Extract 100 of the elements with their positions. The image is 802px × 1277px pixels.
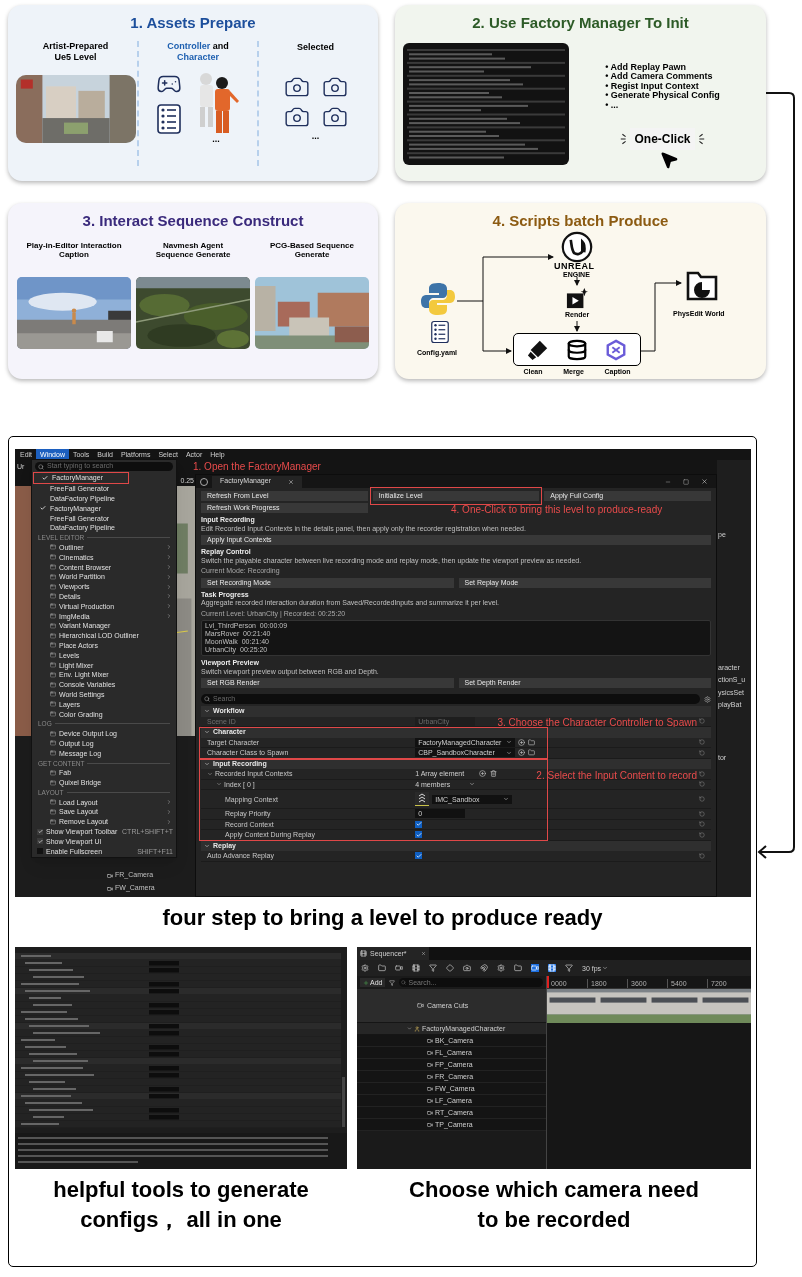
camera-icon <box>427 1061 433 1068</box>
window-icon <box>50 779 56 786</box>
plus-icon <box>363 979 369 986</box>
column-label: Selected <box>297 40 334 54</box>
search-icon <box>38 463 44 470</box>
feature-bullet: • Generate Physical Config <box>605 91 720 101</box>
toolbar-icon[interactable] <box>497 964 505 972</box>
reset-icon[interactable] <box>699 739 705 746</box>
window-icon <box>50 573 56 580</box>
feature-bullet: • Regist Input Context <box>605 81 699 91</box>
render-icon <box>566 287 588 309</box>
toolbar-icon[interactable] <box>361 964 369 972</box>
close-icon[interactable] <box>421 951 426 956</box>
window-icon <box>50 632 56 639</box>
close-icon[interactable] <box>288 478 294 485</box>
reset-icon[interactable] <box>699 831 705 838</box>
window-icon <box>50 583 56 590</box>
toolbar-icon[interactable] <box>480 964 488 972</box>
camera-icon <box>417 1002 424 1009</box>
add-icon[interactable] <box>479 770 487 778</box>
figure-caption: four step to bring a level to produce ready <box>161 904 604 932</box>
spark-icon <box>696 133 705 145</box>
checkbox[interactable] <box>415 831 423 839</box>
window-icon <box>50 769 56 776</box>
window-icon <box>50 809 56 815</box>
column-label: PCG-Based Sequence Generate <box>269 240 355 261</box>
column-label: Artist-Prepared Ue5 Level <box>41 40 110 63</box>
window-icon <box>50 730 56 737</box>
toolbar-icon[interactable] <box>446 964 454 972</box>
python-logo-icon <box>420 281 456 317</box>
more-indicator: ... <box>311 130 320 143</box>
trash-icon[interactable] <box>490 770 498 778</box>
reset-icon[interactable] <box>699 749 705 756</box>
camera-icon <box>427 1097 433 1104</box>
checkbox[interactable] <box>37 828 43 835</box>
card-title: 2. Use Factory Manager To Init <box>472 13 689 33</box>
window-icon <box>50 750 56 757</box>
checkbox[interactable] <box>415 852 423 860</box>
database-icon <box>566 338 588 361</box>
list-icon <box>157 102 181 135</box>
window-icon <box>50 593 56 600</box>
expand-icon[interactable] <box>216 781 222 788</box>
checkbox[interactable] <box>415 820 423 828</box>
close-icon[interactable] <box>701 478 708 485</box>
figure-caption: Choose which camera need to be recorded <box>409 1176 699 1234</box>
chevron-down-icon <box>503 796 510 802</box>
camera-icon <box>427 1073 433 1080</box>
maximize-icon[interactable] <box>683 478 689 485</box>
cursor-icon <box>658 150 679 170</box>
card-title: 4. Scripts batch Produce <box>492 211 669 231</box>
column-label: Controller and Character <box>166 40 230 63</box>
reset-icon[interactable] <box>699 770 705 777</box>
toolbar-icon[interactable] <box>463 964 471 972</box>
reset-icon[interactable] <box>699 852 705 859</box>
window-icon <box>50 652 56 659</box>
folder-icon <box>685 269 719 303</box>
more-indicator: ... <box>212 134 220 144</box>
annotation-text: 2. Select the Input Content to record <box>536 769 697 782</box>
window-icon <box>50 799 56 806</box>
reset-icon[interactable] <box>699 781 705 788</box>
window-icon <box>50 622 56 629</box>
engine-logo-icon <box>561 231 593 263</box>
reset-icon[interactable] <box>699 810 705 817</box>
reset-icon[interactable] <box>699 821 705 828</box>
camera-icon <box>427 1109 433 1116</box>
settings-icon[interactable] <box>704 695 711 703</box>
toolbar-icon[interactable] <box>514 964 522 972</box>
search-icon <box>401 980 407 985</box>
column-label: Navmesh Agent Sequence Generate <box>154 240 232 261</box>
checkbox[interactable] <box>37 848 43 855</box>
folder-icon[interactable] <box>528 738 536 746</box>
window-icon <box>50 671 56 678</box>
chevron-down-icon <box>469 781 476 788</box>
star-logo-icon <box>605 338 628 361</box>
expand-icon[interactable] <box>407 1026 412 1031</box>
toolbar-icon[interactable] <box>395 964 403 972</box>
connector-arrow <box>574 276 580 286</box>
toolbar-icon[interactable] <box>565 964 573 972</box>
filter-icon[interactable] <box>389 979 396 986</box>
camera-icon <box>107 885 113 892</box>
reset-icon[interactable] <box>699 718 705 725</box>
toolbar-icon[interactable] <box>412 964 420 972</box>
checkbox[interactable] <box>37 838 43 845</box>
add-icon[interactable] <box>518 749 526 757</box>
feature-bullet: • Add Replay Pawn <box>605 62 687 72</box>
toolbar-icon[interactable] <box>378 964 386 972</box>
brush-icon <box>526 338 549 361</box>
window-icon <box>50 662 56 669</box>
window-icon <box>50 691 56 698</box>
toolbar-icon[interactable] <box>429 964 437 972</box>
list-icon <box>431 319 449 345</box>
reset-icon[interactable] <box>699 796 705 802</box>
expand-icon[interactable] <box>207 770 213 777</box>
figure-caption: helpful tools to generate configs， all in one <box>52 1176 310 1234</box>
clapper-icon <box>360 950 367 957</box>
folder-icon[interactable] <box>528 749 536 757</box>
asset-thumbnail-icon <box>415 792 430 806</box>
add-icon[interactable] <box>518 738 526 746</box>
annotation-text: 1. Open the FactoryManager <box>193 461 321 473</box>
toolbar-icon[interactable] <box>531 964 539 972</box>
